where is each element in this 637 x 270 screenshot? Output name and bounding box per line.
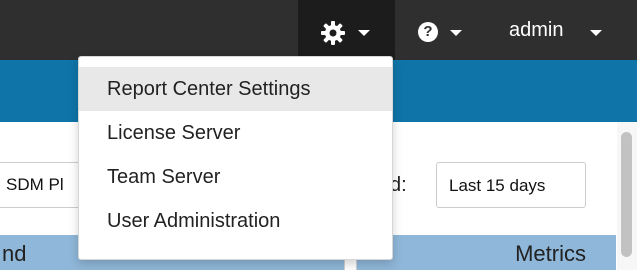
top-navbar: ? admin (0, 0, 637, 60)
help-dropdown-toggle[interactable]: ? (400, 0, 480, 60)
column-header: nd (2, 241, 27, 266)
chevron-down-icon (450, 30, 462, 36)
chevron-down-icon (358, 30, 370, 36)
menu-item-user-administration[interactable]: User Administration (79, 199, 392, 243)
table-header-right: Metrics (357, 235, 616, 270)
menu-item-report-center-settings[interactable]: Report Center Settings (79, 67, 392, 111)
settings-dropdown-menu: Report Center Settings License Server Te… (78, 56, 393, 260)
settings-dropdown-toggle[interactable] (298, 0, 395, 60)
gear-icon (321, 21, 345, 45)
username-label: admin (509, 19, 564, 41)
user-menu-toggle[interactable]: admin (495, 0, 637, 60)
chevron-down-icon (590, 30, 602, 36)
menu-item-license-server[interactable]: License Server (79, 111, 392, 155)
vertical-scrollbar[interactable] (617, 122, 637, 270)
period-select[interactable]: Last 15 days (436, 162, 586, 208)
menu-item-team-server[interactable]: Team Server (79, 155, 392, 199)
question-circle-icon: ? (418, 22, 438, 42)
column-header-metrics: Metrics (515, 241, 586, 266)
scrollbar-thumb[interactable] (621, 132, 632, 257)
